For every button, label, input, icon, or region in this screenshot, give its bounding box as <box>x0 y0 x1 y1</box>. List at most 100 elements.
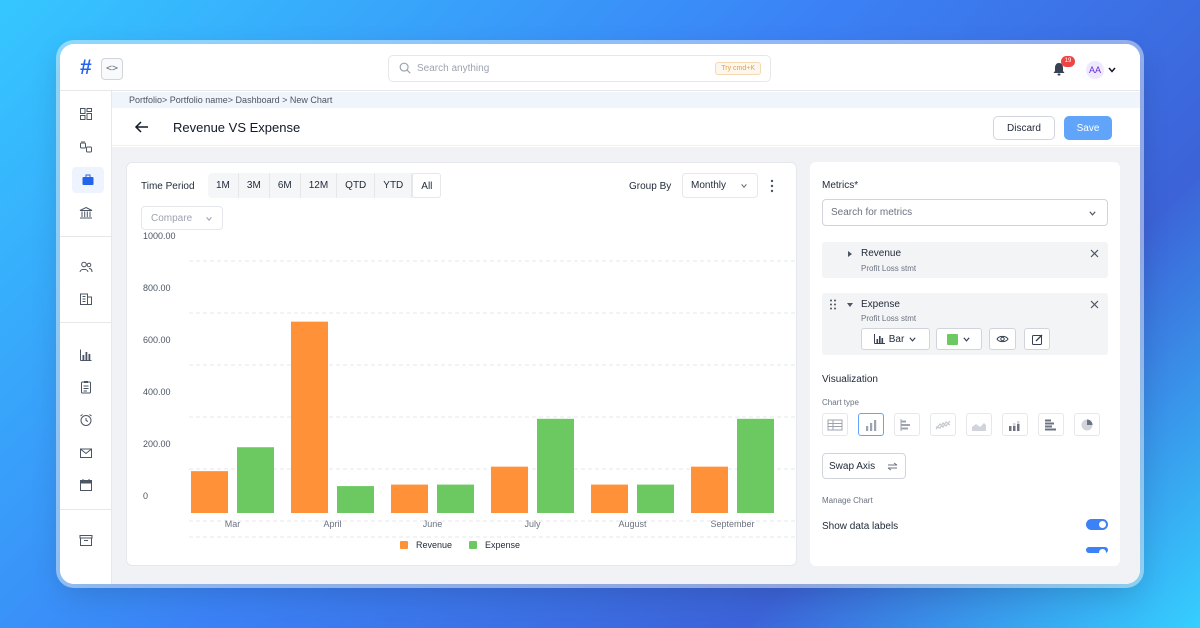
sidebar-item-companies[interactable] <box>74 287 98 311</box>
bar-revenue <box>191 471 228 513</box>
sidebar <box>60 91 112 584</box>
swap-icon <box>887 462 898 471</box>
series-chart-type-select[interactable]: Bar <box>861 328 930 350</box>
metric-source: Profit Loss stmt <box>861 264 917 273</box>
y-tick-label: 1000.00 <box>143 231 176 241</box>
drag-handle-icon[interactable] <box>829 299 837 310</box>
sidebar-item-dashboard[interactable] <box>74 102 98 126</box>
save-button[interactable]: Save <box>1064 116 1112 140</box>
bar-expense <box>637 484 674 513</box>
time-period-3m[interactable]: 3M <box>239 173 270 198</box>
chart-type-pie[interactable] <box>1074 413 1100 436</box>
time-period-12m[interactable]: 12M <box>301 173 338 198</box>
chart-card: Time Period 1M 3M 6M 12M QTD YTD All Group By … <box>126 162 797 566</box>
sidebar-item-reports[interactable] <box>74 343 98 367</box>
x-tick-label: April <box>323 519 341 529</box>
chevron-down-icon <box>1089 211 1096 216</box>
search-placeholder[interactable]: Search anything <box>417 63 489 74</box>
legend-label: Expense <box>485 540 520 550</box>
metric-item-expense[interactable]: Expense Profit Loss stmt Bar <box>822 293 1108 355</box>
app-logo[interactable]: # <box>80 56 92 80</box>
chevron-down-icon <box>963 336 970 342</box>
series-color-select[interactable] <box>936 328 982 350</box>
chart-type-label: Chart type <box>822 398 859 407</box>
compare-select[interactable]: Compare <box>141 206 223 230</box>
sidebar-item-reminders[interactable] <box>74 408 98 432</box>
time-period-selector: 1M 3M 6M 12M QTD YTD All <box>208 173 442 198</box>
line-chart-icon <box>935 420 951 429</box>
close-icon[interactable] <box>1090 300 1099 309</box>
breadcrumb[interactable]: Portfolio> Portfolio name> Dashboard > N… <box>112 92 1140 108</box>
chart-type-stacked-bar[interactable] <box>1038 413 1064 436</box>
caret-down-icon[interactable] <box>847 302 853 308</box>
sidebar-item-archive[interactable] <box>74 528 98 552</box>
bar-chart-icon <box>873 334 885 344</box>
chart-type-column[interactable] <box>858 413 884 436</box>
bar-revenue <box>691 466 728 513</box>
sidebar-item-bank[interactable] <box>74 201 98 225</box>
y-tick-label: 200.00 <box>143 439 171 449</box>
bank-icon <box>79 206 93 219</box>
x-tick-label: August <box>618 519 647 529</box>
setting-toggle-partial[interactable] <box>1086 547 1108 556</box>
sidebar-item-tasks[interactable] <box>74 375 98 399</box>
sidebar-item-mail[interactable] <box>74 441 98 465</box>
horizontal-bar-icon <box>900 418 910 431</box>
time-period-1m[interactable]: 1M <box>208 173 239 198</box>
metric-item-revenue[interactable]: Revenue Profit Loss stmt <box>822 242 1108 278</box>
sidebar-divider <box>60 322 112 323</box>
show-data-labels-toggle[interactable] <box>1086 519 1108 530</box>
time-period-all[interactable]: All <box>412 173 442 198</box>
toggle-visibility-button[interactable] <box>989 328 1016 350</box>
avatar[interactable]: AA <box>1086 61 1104 79</box>
group-by-select[interactable]: Monthly <box>682 173 758 198</box>
global-search[interactable]: Search anything Try cmd+K <box>388 55 771 82</box>
sidebar-item-portfolio[interactable] <box>72 167 104 193</box>
color-swatch <box>947 333 958 345</box>
page-header: Revenue VS Expense Discard Save <box>112 108 1140 146</box>
metric-source: Profit Loss stmt <box>861 314 917 323</box>
table-icon <box>827 419 843 430</box>
briefcase-icon <box>82 174 94 185</box>
edit-metric-button[interactable] <box>1024 328 1050 350</box>
sidebar-item-calendar[interactable] <box>74 473 98 497</box>
pie-chart-icon <box>1081 419 1093 430</box>
metric-name: Revenue <box>861 248 902 259</box>
chart-type-horizontal-bar[interactable] <box>894 413 920 436</box>
visualization-label: Visualization <box>822 374 878 385</box>
close-icon[interactable] <box>1090 249 1099 258</box>
time-period-ytd[interactable]: YTD <box>375 173 413 198</box>
chart-type-area[interactable] <box>966 413 992 436</box>
top-bar: # <> Search anything Try cmd+K 19 AA <box>60 44 1140 91</box>
back-arrow-icon[interactable] <box>134 119 150 135</box>
compare-label: Compare <box>151 213 193 224</box>
bar-chart-icon <box>80 349 92 361</box>
time-period-label: Time Period <box>141 181 195 192</box>
group-by-value: Monthly <box>691 180 727 191</box>
chart-type-line[interactable] <box>930 413 956 436</box>
code-toggle-button[interactable]: <> <box>101 58 123 80</box>
metrics-search-input[interactable]: Search for metrics <box>822 199 1108 226</box>
chart-type-table[interactable] <box>822 413 848 436</box>
app-window: # <> Search anything Try cmd+K 19 AA Por… <box>60 44 1140 584</box>
discard-button[interactable]: Discard <box>993 116 1055 140</box>
chart-type-stacked-column[interactable] <box>1002 413 1028 436</box>
chart-settings-panel: Metrics* Search for metrics Revenue Prof… <box>810 162 1120 566</box>
sidebar-item-connections[interactable] <box>74 135 98 159</box>
caret-right-icon[interactable] <box>847 251 853 257</box>
mail-icon <box>80 448 92 458</box>
sidebar-divider <box>60 509 112 510</box>
y-tick-label: 800.00 <box>143 283 171 293</box>
time-period-qtd[interactable]: QTD <box>337 173 376 198</box>
x-tick-label: September <box>710 519 754 529</box>
y-tick-label: 0 <box>143 491 148 501</box>
sidebar-item-users[interactable] <box>74 255 98 279</box>
time-period-6m[interactable]: 6M <box>270 173 301 198</box>
archive-icon <box>79 535 93 546</box>
chevron-down-icon[interactable] <box>1107 65 1117 75</box>
swap-axis-button[interactable]: Swap Axis <box>822 453 906 479</box>
manage-chart-label: Manage Chart <box>822 496 873 505</box>
bar-expense <box>237 447 274 513</box>
more-options-icon[interactable] <box>768 179 776 193</box>
column-chart-icon <box>866 419 877 431</box>
